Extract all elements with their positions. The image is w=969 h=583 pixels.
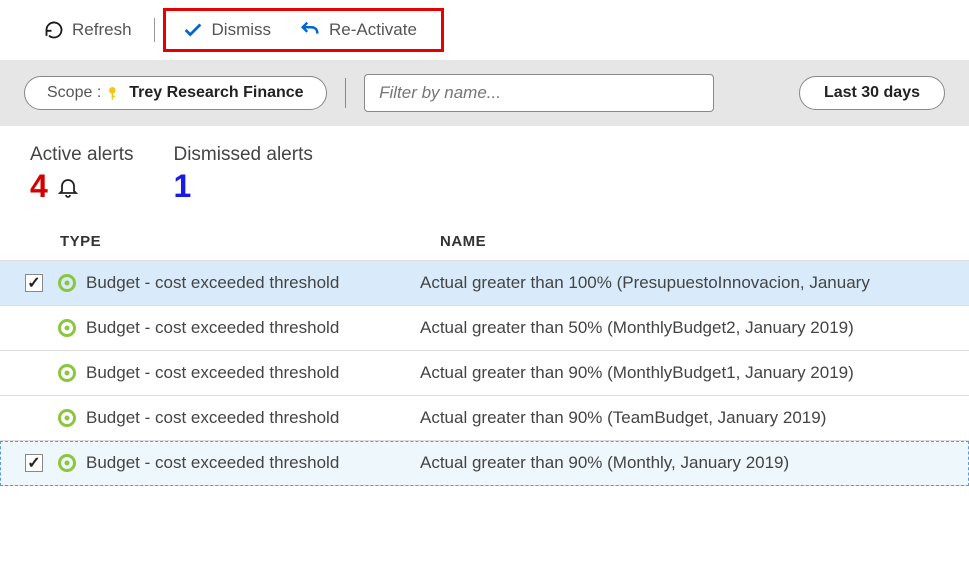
row-type-text: Budget - cost exceeded threshold (86, 318, 339, 338)
search-input[interactable] (364, 74, 714, 112)
filter-bar: Scope : Trey Research Finance Last 30 da… (0, 60, 969, 126)
dismiss-button[interactable]: Dismiss (168, 13, 286, 47)
refresh-icon (44, 20, 64, 40)
reactivate-label: Re-Activate (329, 20, 417, 40)
undo-icon (299, 19, 321, 41)
dismissed-alerts-label: Dismissed alerts (173, 144, 312, 166)
table-row[interactable]: Budget - cost exceeded threshold Actual g… (0, 260, 969, 306)
table-row[interactable]: Budget - cost exceeded threshold Actual g… (0, 306, 969, 351)
row-type-text: Budget - cost exceeded threshold (86, 408, 339, 428)
active-alerts-stat: Active alerts 4 (30, 144, 133, 205)
toolbar-separator (154, 18, 155, 42)
row-name-cell: Actual greater than 90% (Monthly, Januar… (420, 453, 949, 473)
row-type-text: Budget - cost exceeded threshold (86, 363, 339, 383)
row-checkbox[interactable] (25, 274, 43, 292)
budget-icon (58, 274, 76, 292)
dismissed-alerts-stat: Dismissed alerts 1 (173, 144, 312, 205)
toolbar: Refresh Dismiss Re-Activate (0, 0, 969, 60)
row-type-text: Budget - cost exceeded threshold (86, 273, 339, 293)
dismiss-label: Dismiss (212, 20, 272, 40)
scope-selector[interactable]: Scope : Trey Research Finance (24, 76, 327, 110)
row-name-cell: Actual greater than 100% (PresupuestoInn… (420, 273, 949, 293)
row-type-cell: Budget - cost exceeded threshold (58, 453, 410, 473)
row-name-cell: Actual greater than 90% (TeamBudget, Jan… (420, 408, 949, 428)
reactivate-button[interactable]: Re-Activate (285, 13, 431, 47)
row-name-cell: Actual greater than 90% (MonthlyBudget1,… (420, 363, 949, 383)
budget-icon (58, 409, 76, 427)
row-type-cell: Budget - cost exceeded threshold (58, 363, 410, 383)
row-checkbox-cell (20, 274, 48, 292)
row-type-cell: Budget - cost exceeded threshold (58, 318, 410, 338)
table-body: Budget - cost exceeded threshold Actual g… (0, 260, 969, 486)
table-row[interactable]: Budget - cost exceeded threshold Actual g… (0, 351, 969, 396)
row-checkbox-cell (20, 454, 48, 472)
column-header-type[interactable]: TYPE (60, 233, 440, 250)
stats-row: Active alerts 4 Dismissed alerts 1 (0, 126, 969, 215)
row-type-cell: Budget - cost exceeded threshold (58, 408, 410, 428)
active-alerts-label: Active alerts (30, 144, 133, 166)
row-type-cell: Budget - cost exceeded threshold (58, 273, 410, 293)
budget-icon (58, 319, 76, 337)
highlight-box: Dismiss Re-Activate (163, 8, 444, 52)
dismissed-alerts-count: 1 (173, 168, 191, 205)
refresh-label: Refresh (72, 20, 132, 40)
scope-value: Trey Research Finance (129, 84, 303, 102)
row-checkbox[interactable] (25, 454, 43, 472)
filter-separator (345, 78, 347, 108)
refresh-button[interactable]: Refresh (30, 14, 146, 46)
table-row[interactable]: Budget - cost exceeded threshold Actual g… (0, 396, 969, 441)
date-range-selector[interactable]: Last 30 days (799, 76, 945, 110)
check-icon (182, 19, 204, 41)
bell-icon (56, 175, 80, 199)
row-name-cell: Actual greater than 50% (MonthlyBudget2,… (420, 318, 949, 338)
budget-icon (58, 364, 76, 382)
active-alerts-count: 4 (30, 168, 48, 205)
key-icon (107, 85, 123, 101)
row-type-text: Budget - cost exceeded threshold (86, 453, 339, 473)
table-row[interactable]: Budget - cost exceeded threshold Actual g… (0, 441, 969, 486)
column-header-name[interactable]: NAME (440, 233, 939, 250)
scope-prefix: Scope : (47, 84, 101, 102)
table-header: TYPE NAME (0, 215, 969, 260)
budget-icon (58, 454, 76, 472)
